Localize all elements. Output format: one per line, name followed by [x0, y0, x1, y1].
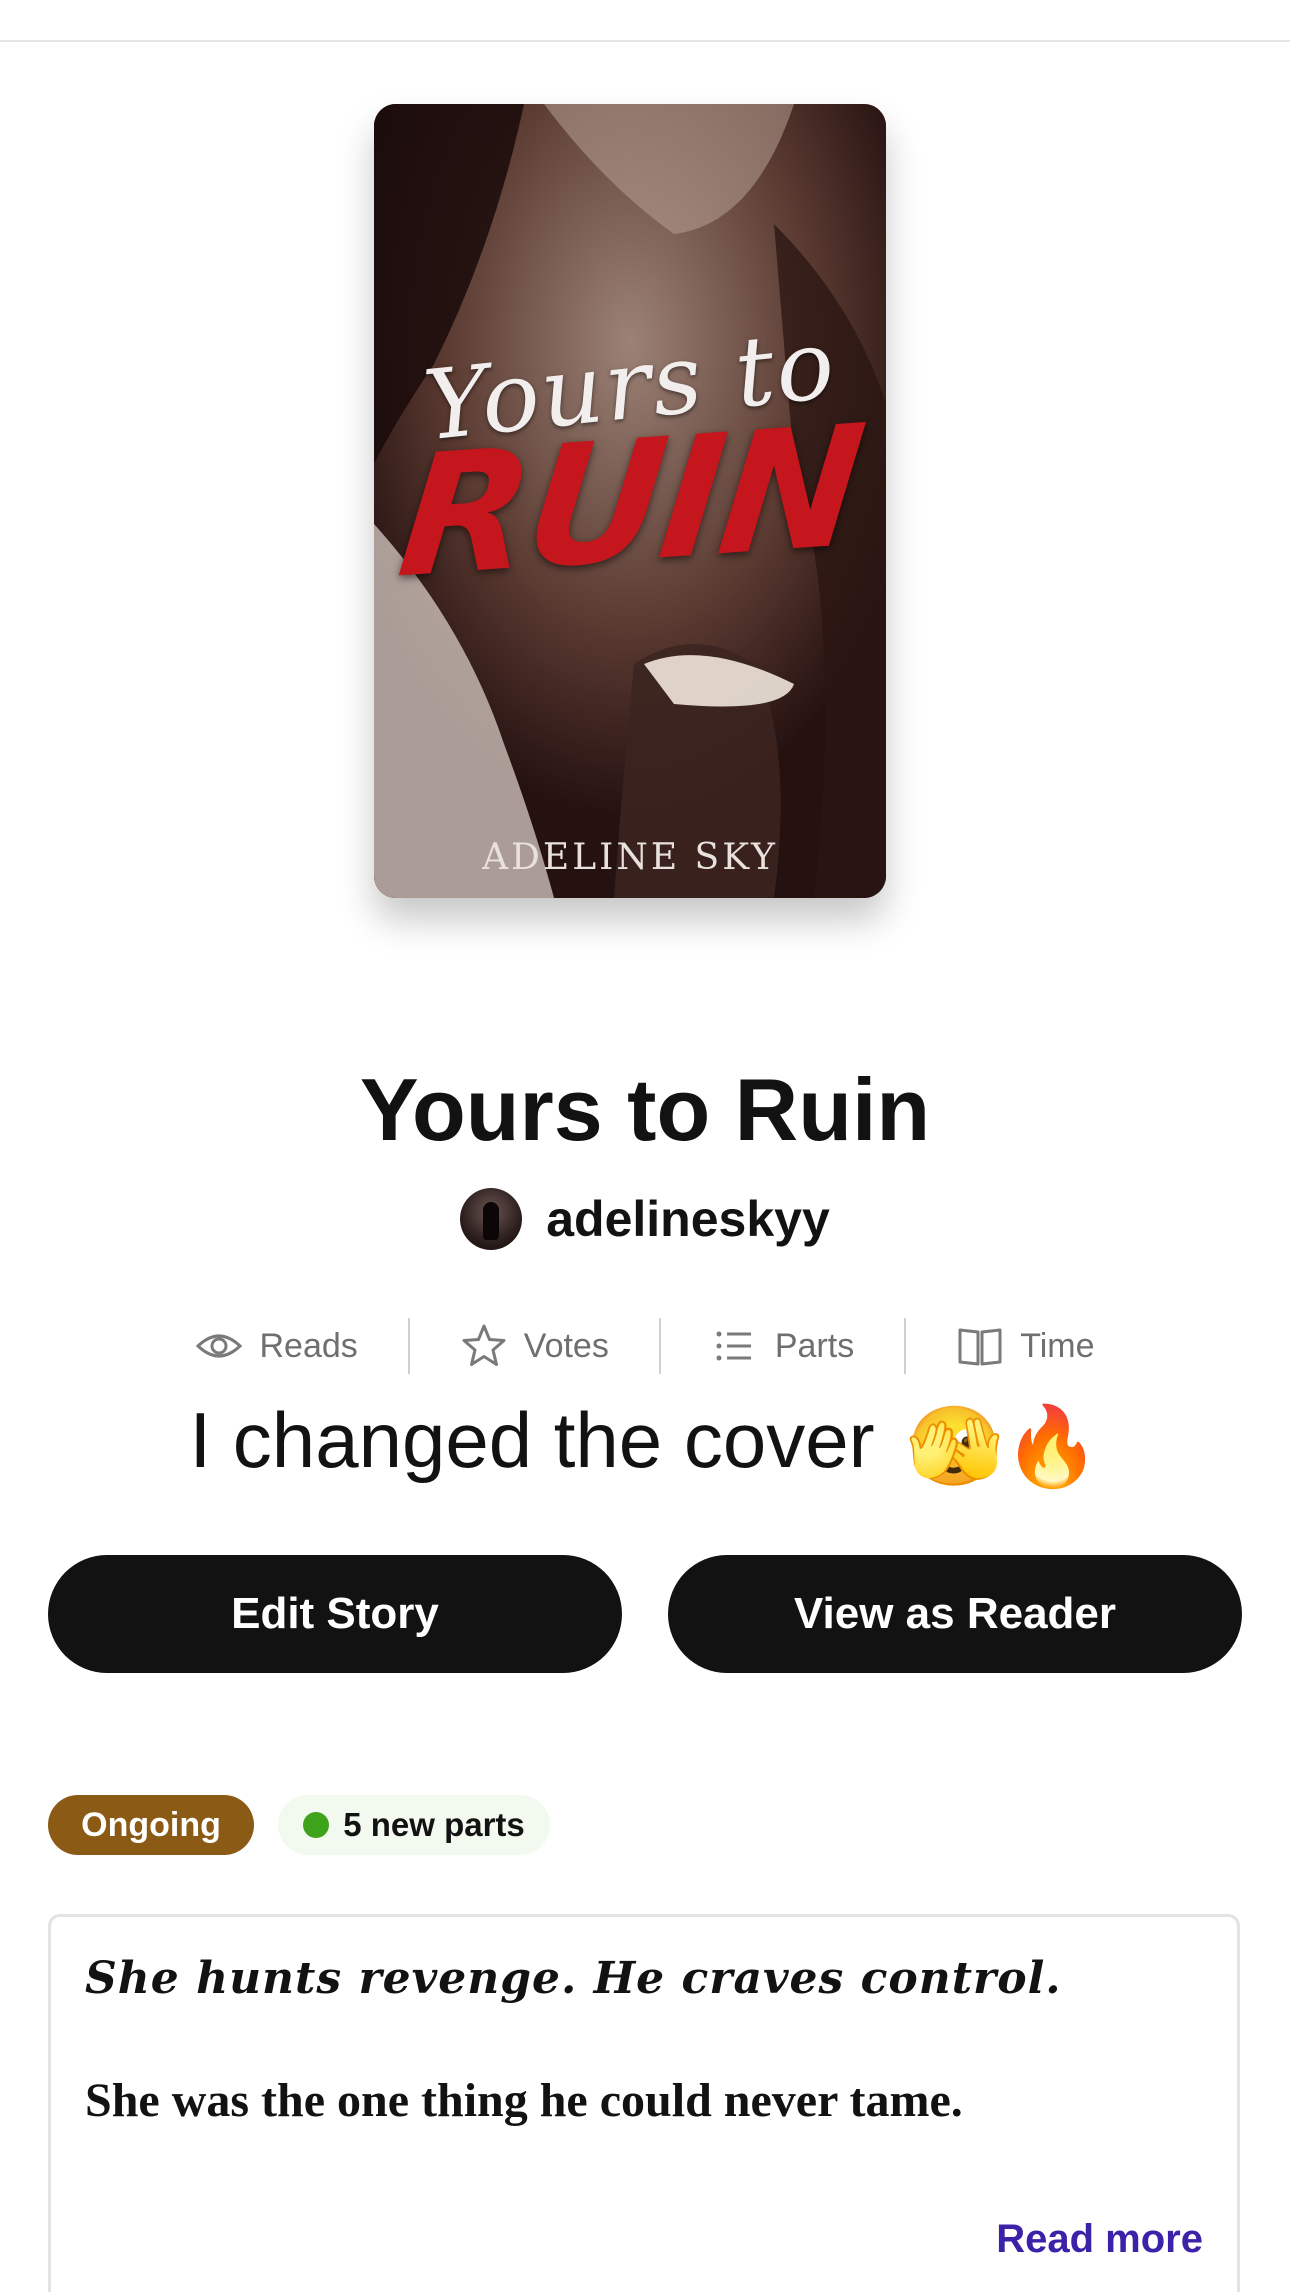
book-icon — [958, 1328, 1002, 1366]
story-title: Yours to Ruin — [359, 1060, 931, 1159]
cover-note-emoji: 🫣🔥 — [906, 1402, 1101, 1491]
new-parts-dot-icon — [303, 1812, 330, 1838]
stat-reads: Reads — [145, 1318, 407, 1374]
stat-votes: Votes — [410, 1318, 659, 1374]
author-row[interactable]: adelineskyy — [0, 1188, 1290, 1250]
story-description: She hunts revenge. He craves control. Sh… — [48, 1914, 1240, 2292]
read-more-link[interactable]: Read more — [996, 2217, 1203, 2262]
view-as-reader-button[interactable]: View as Reader — [668, 1555, 1242, 1673]
cover-author-credit: ADELINE SKY — [482, 837, 778, 878]
description-text: She was the one thing he could never tam… — [85, 2074, 963, 2127]
status-badge: Ongoing — [48, 1795, 254, 1855]
story-cover[interactable]: Yours to RUIN ADELINE SKY — [374, 104, 886, 898]
stat-time-label: Time — [1020, 1326, 1095, 1365]
stat-votes-label: Votes — [523, 1326, 609, 1365]
edit-story-button[interactable]: Edit Story — [48, 1555, 622, 1673]
stat-reads-label: Reads — [259, 1326, 358, 1365]
header-divider — [0, 40, 1290, 42]
stat-parts-label: Parts — [774, 1326, 855, 1365]
stat-time: Time — [906, 1318, 1144, 1374]
cover-note-text: I changed the cover — [189, 1396, 875, 1484]
list-icon — [716, 1331, 751, 1361]
new-parts-badge: 5 new parts — [278, 1795, 550, 1855]
avatar[interactable] — [460, 1188, 523, 1250]
story-stats: Reads Votes Parts Time — [0, 1318, 1290, 1374]
star-icon — [462, 1324, 506, 1366]
description-tagline: She hunts revenge. He craves control. — [85, 1953, 1062, 2004]
author-name[interactable]: adelineskyy — [546, 1190, 830, 1248]
cover-main-title: RUIN — [390, 388, 870, 616]
new-parts-label: 5 new parts — [343, 1806, 525, 1843]
cover-change-note: I changed the cover 🫣🔥 — [0, 1390, 1290, 1496]
eye-icon — [196, 1334, 243, 1358]
stat-parts: Parts — [661, 1318, 904, 1374]
story-details-page: Yours to RUIN ADELINE SKY Yours to Ruin … — [0, 0, 1290, 2292]
